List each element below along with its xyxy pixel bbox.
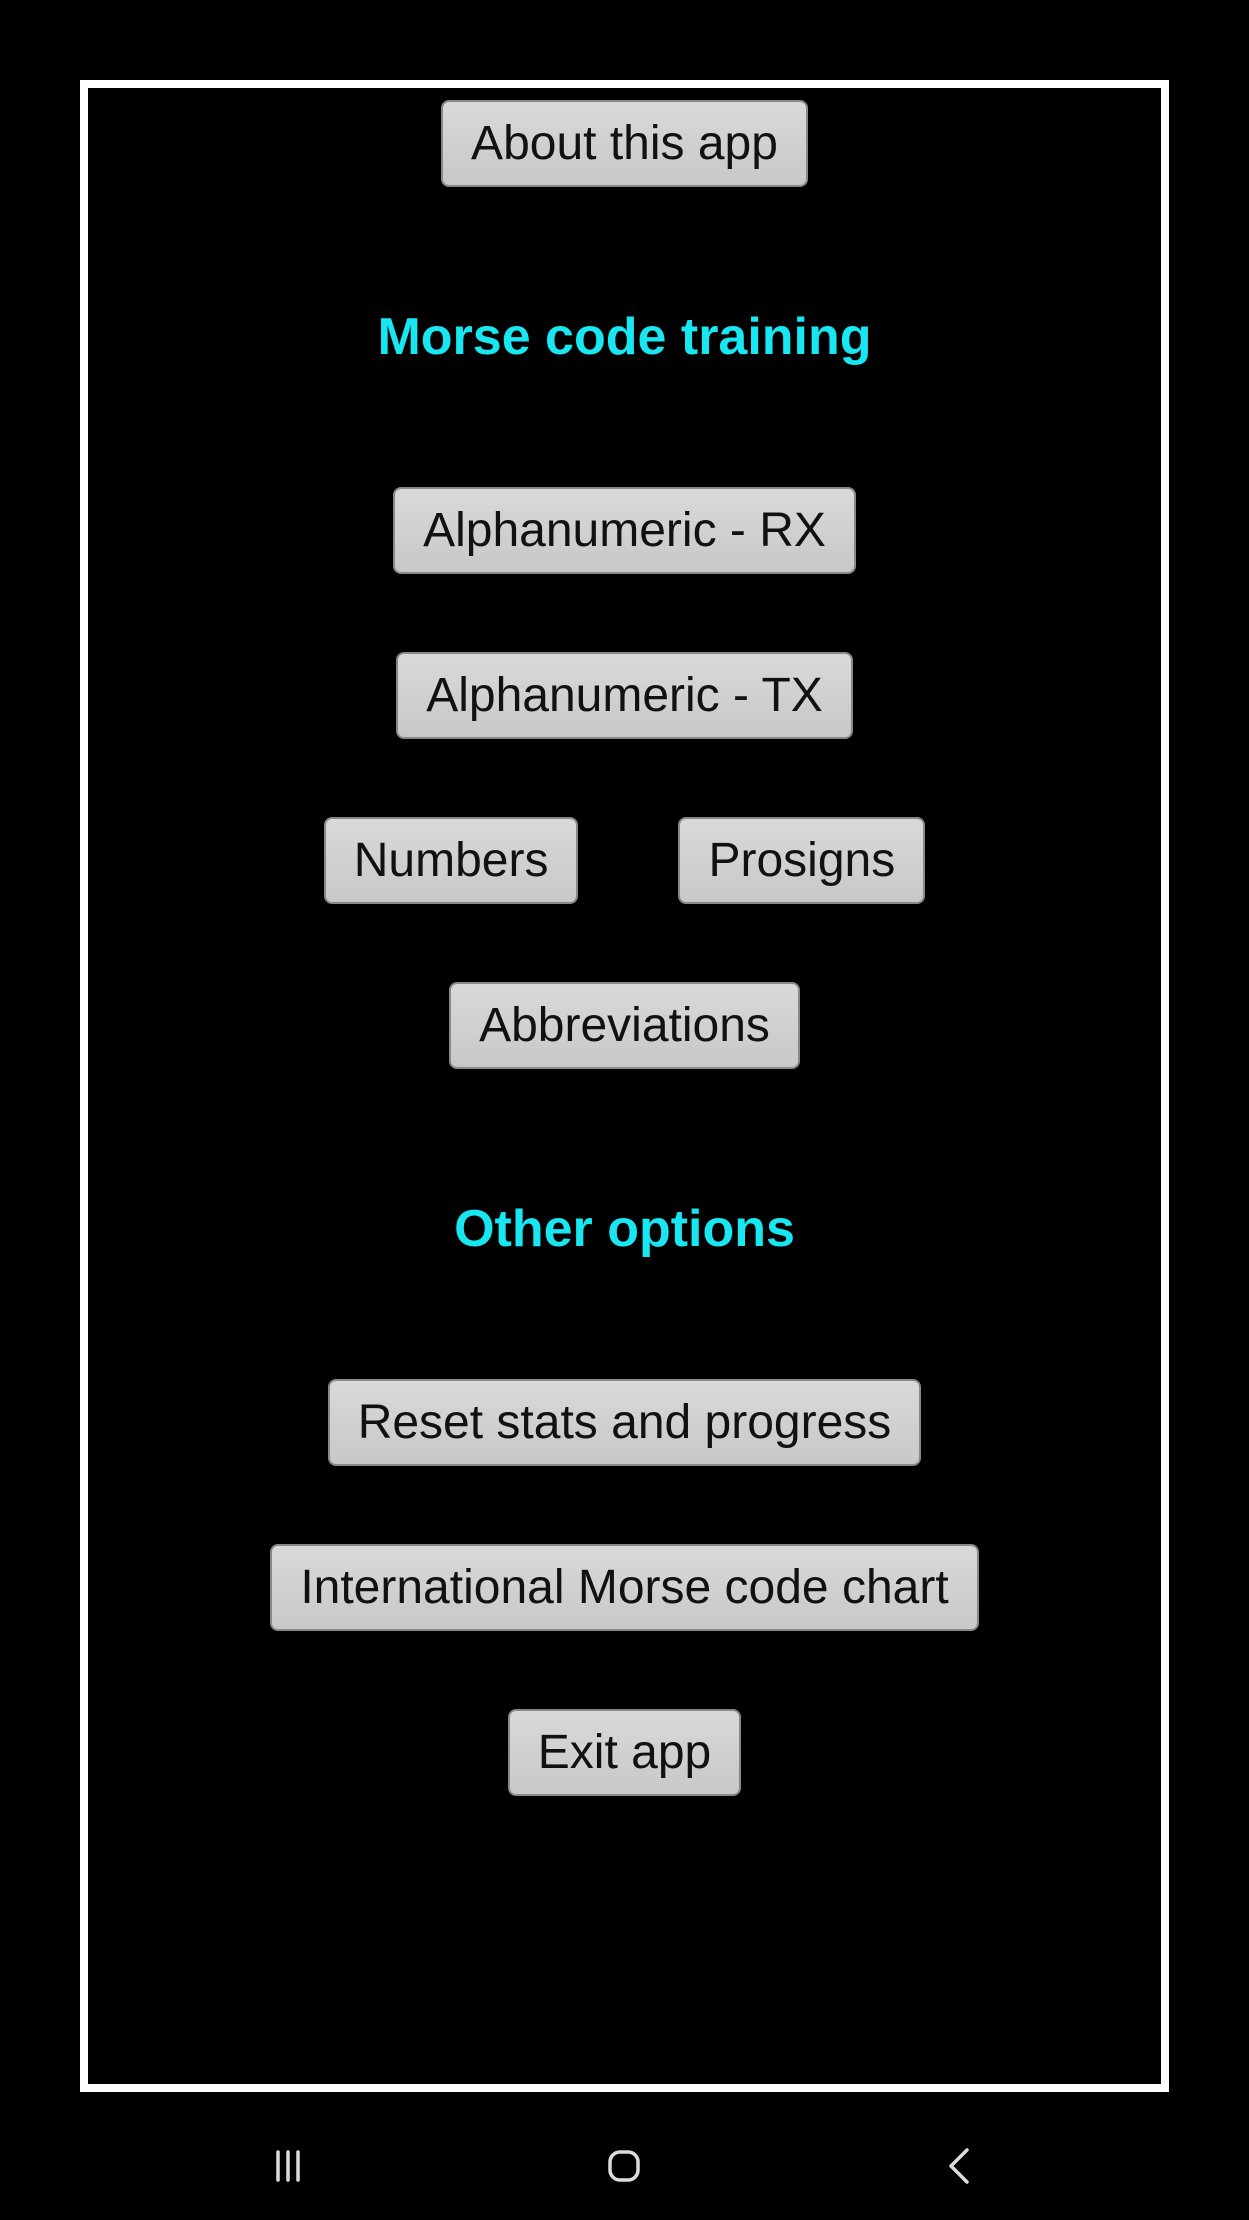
home-icon[interactable] [602,2144,646,2188]
main-panel: About this app Morse code training Alpha… [80,80,1169,2092]
prosigns-button[interactable]: Prosigns [678,817,925,904]
morse-chart-button[interactable]: International Morse code chart [270,1544,978,1631]
back-icon[interactable] [939,2144,983,2188]
app-frame: About this app Morse code training Alpha… [0,0,1249,2112]
android-navbar [0,2112,1249,2220]
alphanumeric-rx-button[interactable]: Alphanumeric - RX [393,487,856,574]
alphanumeric-tx-button[interactable]: Alphanumeric - TX [396,652,853,739]
heading-training: Morse code training [377,307,871,367]
abbreviations-button[interactable]: Abbreviations [449,982,800,1069]
about-button[interactable]: About this app [441,100,808,187]
recents-icon[interactable] [266,2144,310,2188]
exit-button[interactable]: Exit app [508,1709,741,1796]
heading-other: Other options [454,1199,795,1259]
numbers-prosigns-row: Numbers Prosigns [108,817,1141,904]
reset-button[interactable]: Reset stats and progress [328,1379,922,1466]
numbers-button[interactable]: Numbers [324,817,579,904]
